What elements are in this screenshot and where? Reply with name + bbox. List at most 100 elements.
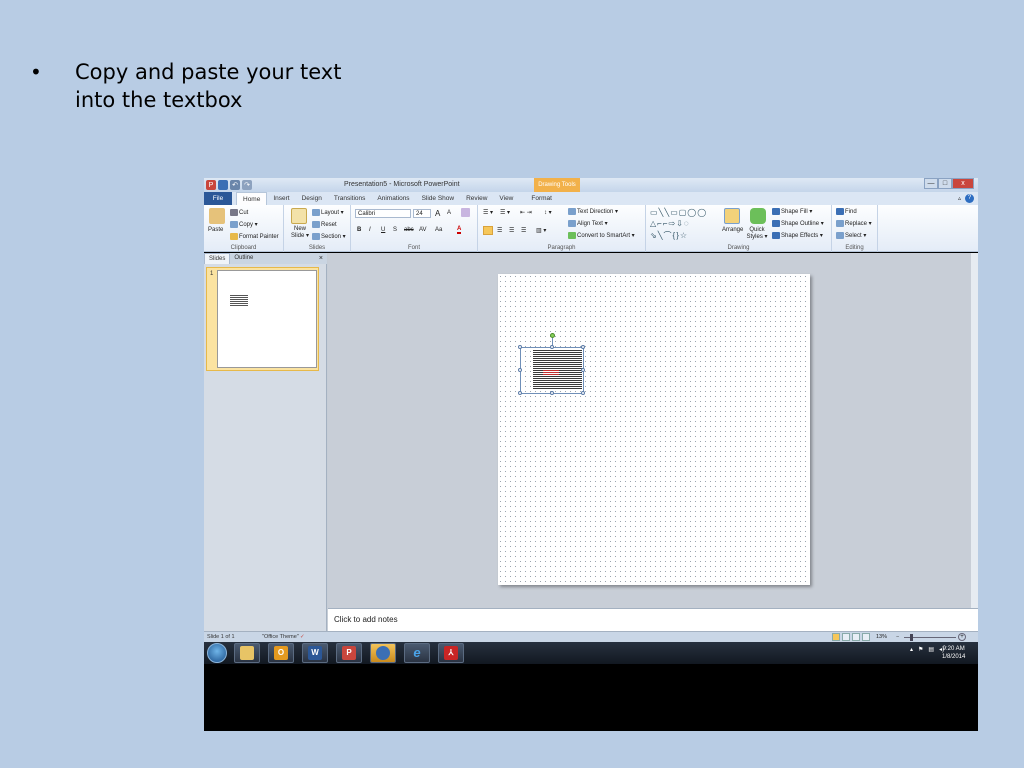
italic-button[interactable]: I (369, 227, 371, 233)
columns-icon[interactable]: ▥ ▾ (536, 227, 546, 234)
resize-handle-top[interactable] (550, 345, 554, 349)
font-color-button[interactable]: A (457, 226, 462, 234)
notes-pane[interactable]: Click to add notes (328, 608, 978, 631)
grow-font-button[interactable]: A (435, 209, 440, 218)
text-direction-button[interactable]: Text Direction ▾ (568, 208, 618, 215)
shape-effects-button[interactable]: Shape Effects ▾ (772, 232, 823, 239)
redo-icon[interactable]: ↷ (242, 180, 252, 190)
section-button[interactable]: Section ▾ (312, 233, 346, 240)
tab-slide-show[interactable]: Slide Show (416, 192, 461, 205)
undo-icon[interactable]: ↶ (230, 180, 240, 190)
align-left-icon[interactable] (483, 226, 493, 235)
zoom-slider-thumb[interactable] (910, 634, 913, 641)
resize-handle-bottom-left[interactable] (518, 391, 522, 395)
line-spacing-icon[interactable]: ↕ ▾ (544, 209, 552, 216)
resize-handle-bottom[interactable] (550, 391, 554, 395)
network-icon[interactable]: ▤ (928, 646, 934, 653)
tab-insert[interactable]: Insert (267, 192, 295, 205)
tab-design[interactable]: Design (296, 192, 328, 205)
slide-thumbnail[interactable] (217, 270, 317, 368)
character-spacing-button[interactable]: AV (419, 227, 427, 233)
shape-outline-button[interactable]: Shape Outline ▾ (772, 220, 824, 227)
tab-home[interactable]: Home (236, 192, 268, 205)
select-button[interactable]: Select ▾ (836, 232, 866, 239)
close-pane-icon[interactable]: × (319, 255, 323, 262)
shape-fill-button[interactable]: Shape Fill ▾ (772, 208, 812, 215)
slide-thumbnail-selected[interactable]: 1 (206, 267, 319, 371)
change-case-button[interactable]: Aa (435, 227, 442, 233)
tab-animations[interactable]: Animations (371, 192, 415, 205)
reset-button[interactable]: Reset (312, 221, 337, 228)
tab-format[interactable]: Format (525, 192, 558, 205)
indent-icons[interactable]: ⇤ ⇥ (520, 209, 532, 216)
selected-textbox[interactable] (518, 333, 585, 395)
shapes-gallery-row3[interactable]: ⇘╲⌒{}☆ (650, 230, 688, 241)
taskbar-powerpoint[interactable]: P (336, 643, 362, 663)
resize-handle-right[interactable] (581, 368, 585, 372)
replace-button[interactable]: Replace ▾ (836, 220, 872, 227)
layout-button[interactable]: Layout ▾ (312, 209, 344, 216)
start-button-icon[interactable] (207, 643, 227, 663)
tab-transitions[interactable]: Transitions (328, 192, 372, 205)
normal-view-icon[interactable] (832, 633, 840, 641)
underline-button[interactable]: U (381, 227, 385, 233)
tab-file[interactable]: File (204, 192, 232, 205)
shapes-gallery-row2[interactable]: △⌐⌐⇨⇩◌ (650, 219, 690, 228)
zoom-level[interactable]: 13% (876, 634, 887, 640)
align-right-icon[interactable]: ☰ (509, 227, 514, 234)
paste-icon[interactable] (209, 208, 225, 224)
resize-handle-left[interactable] (518, 368, 522, 372)
vertical-scrollbar[interactable] (971, 253, 978, 608)
align-text-button[interactable]: Align Text ▾ (568, 220, 608, 227)
minimize-ribbon-icon[interactable]: ▵ (958, 195, 961, 202)
resize-handle-top-right[interactable] (581, 345, 585, 349)
zoom-in-button[interactable]: + (958, 633, 966, 641)
rotation-handle[interactable] (550, 333, 555, 338)
help-icon[interactable]: ? (965, 194, 974, 203)
bold-button[interactable]: B (357, 227, 361, 233)
slide-sorter-view-icon[interactable] (842, 633, 850, 641)
resize-handle-bottom-right[interactable] (581, 391, 585, 395)
minimize-button[interactable]: — (924, 178, 938, 189)
taskbar-word[interactable]: W (302, 643, 328, 663)
theme-name[interactable]: "Office Theme" (262, 634, 299, 640)
taskbar-internet-explorer[interactable]: e (404, 643, 430, 663)
new-slide-icon[interactable] (291, 208, 307, 224)
taskbar-outlook[interactable]: O (268, 643, 294, 663)
clear-formatting-icon[interactable] (461, 208, 470, 217)
strikethrough-button[interactable]: abc (404, 227, 414, 233)
justify-icon[interactable]: ☰ (521, 227, 526, 234)
flag-icon[interactable]: ⚑ (918, 646, 923, 653)
quick-styles-icon[interactable] (750, 208, 766, 224)
tray-expand-icon[interactable]: ▴ (910, 646, 913, 653)
format-painter-button[interactable]: Format Painter (230, 233, 279, 240)
text-shadow-button[interactable]: S (393, 227, 397, 233)
taskbar-acrobat[interactable]: ⅄ (438, 643, 464, 663)
tab-outline[interactable]: Outline (230, 253, 257, 264)
system-clock[interactable]: 9:20 AM 1/8/2014 (942, 645, 965, 661)
paste-button[interactable]: Paste (208, 227, 223, 233)
quick-styles-button[interactable]: Quick Styles ▾ (746, 227, 768, 241)
new-slide-button[interactable]: New Slide ▾ (288, 226, 312, 240)
align-center-icon[interactable]: ☰ (497, 227, 502, 234)
maximize-button[interactable]: □ (938, 178, 952, 189)
close-button[interactable]: x (952, 178, 974, 189)
font-size-select[interactable]: 24 (413, 209, 431, 218)
taskbar-shield-app[interactable] (370, 643, 396, 663)
reading-view-icon[interactable] (852, 633, 860, 641)
shapes-gallery[interactable]: ▭╲╲▭▢◯◯ (650, 208, 707, 217)
arrange-icon[interactable] (724, 208, 740, 224)
copy-button[interactable]: Copy ▾ (230, 221, 258, 228)
zoom-out-button[interactable]: − (896, 634, 899, 640)
numbering-icon[interactable]: ☰ ▾ (500, 209, 510, 216)
tab-view[interactable]: View (493, 192, 519, 205)
powerpoint-app-icon[interactable]: P (206, 180, 216, 190)
arrange-button[interactable]: Arrange (722, 227, 743, 233)
taskbar-explorer[interactable] (234, 643, 260, 663)
convert-smartart-button[interactable]: Convert to SmartArt ▾ (568, 232, 635, 239)
tab-slides[interactable]: Slides (204, 253, 231, 264)
tab-review[interactable]: Review (460, 192, 493, 205)
cut-button[interactable]: Cut (230, 209, 248, 216)
save-icon[interactable] (218, 180, 228, 190)
slide-show-view-icon[interactable] (862, 633, 870, 641)
